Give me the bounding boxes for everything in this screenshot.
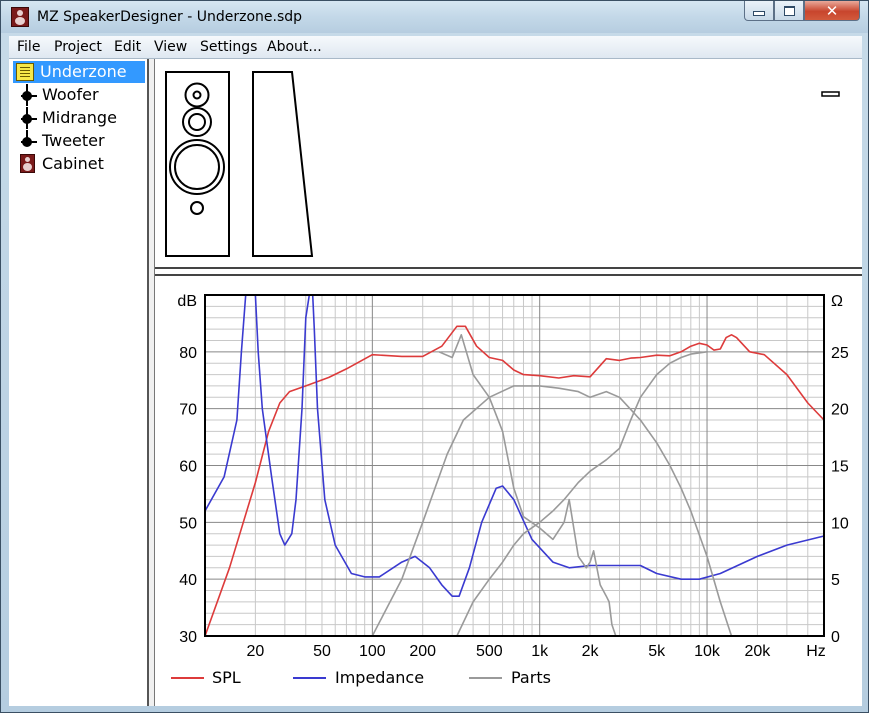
cabinet-preview[interactable] [155,59,862,267]
x-tick-label: 1k [531,643,549,660]
y-left-tick-label: 70 [179,402,197,419]
scale-marker [821,91,840,97]
menu-view[interactable]: View [154,39,187,55]
menu-edit[interactable]: Edit [114,39,141,55]
cabinet-icon [20,154,35,173]
tree-item-label: Midrange [42,108,117,127]
menu-file[interactable]: File [17,39,40,55]
maximize-icon [783,5,795,16]
legend-swatch-spl [171,677,204,679]
legend-swatch-parts [469,677,502,679]
project-tree[interactable]: Underzone Woofer Midrange Tweeter Cabine… [9,59,149,706]
design-pane: 30 40 50 60 70 80 dB 0 5 10 15 20 25 Ω 20 50 100 200 500 1k… [155,59,862,706]
project-icon [16,63,34,81]
frequency-response-chart[interactable]: 30 40 50 60 70 80 dB 0 5 10 15 20 25 Ω 20 50 100 200 500 1k… [155,274,862,674]
x-tick-label: 10k [694,643,721,660]
tree-item-label: Underzone [40,62,127,81]
speaker-app-icon[interactable] [11,7,29,27]
menu-project[interactable]: Project [54,39,102,55]
legend-label-spl: SPL [212,668,241,687]
driver-node-icon [19,107,37,129]
close-icon: ✕ [825,1,839,20]
tree-item-project[interactable]: Underzone [13,61,145,83]
tree-item-label: Woofer [42,85,99,104]
x-tick-label: 20k [745,643,772,660]
legend-label-impedance: Impedance [335,668,425,687]
x-tick-label: 20 [246,643,264,660]
menu-bar: File Project Edit View Settings About... [9,36,862,59]
y-right-axis-label: Ω [831,293,843,310]
y-left-tick-label: 60 [179,459,197,476]
y-right-tick-label: 5 [831,572,840,589]
x-tick-label: 5k [648,643,666,660]
y-left-tick-label: 80 [179,345,197,362]
driver-node-icon [19,84,37,106]
legend-swatch-impedance [293,677,326,679]
x-tick-label: 2k [582,643,600,660]
title-bar[interactable]: MZ SpeakerDesigner - Underzone.sdp ✕ [1,1,868,33]
cabinet-front-view [165,71,230,257]
window-title: MZ SpeakerDesigner - Underzone.sdp [37,9,303,25]
y-right-tick-label: 20 [831,402,849,419]
y-left-tick-label: 40 [179,572,197,589]
x-tick-label: 100 [359,643,386,660]
minimize-button[interactable] [744,1,774,21]
x-tick-label: 500 [476,643,503,660]
tree-item-label: Cabinet [42,154,104,173]
client-area: Underzone Woofer Midrange Tweeter Cabine… [9,59,862,706]
maximize-button[interactable] [774,1,804,21]
menu-about[interactable]: About... [267,39,322,55]
driver-node-icon [19,130,37,150]
x-axis-unit: Hz [806,643,826,660]
y-left-axis-label: dB [177,293,197,310]
y-left-tick-label: 30 [179,629,197,646]
close-button[interactable]: ✕ [804,1,860,21]
y-right-tick-label: 10 [831,515,849,532]
minimize-icon [753,10,765,16]
y-right-tick-label: 15 [831,459,849,476]
y-right-tick-label: 0 [831,629,840,646]
x-tick-label: 200 [409,643,436,660]
x-tick-label: 50 [313,643,331,660]
y-left-tick-label: 50 [179,515,197,532]
tree-item-label: Tweeter [42,131,105,150]
y-right-tick-label: 25 [831,345,849,362]
app-window: MZ SpeakerDesigner - Underzone.sdp ✕ Fil… [0,0,869,713]
legend-label-parts: Parts [511,668,551,687]
cabinet-side-view [252,71,314,257]
menu-settings[interactable]: Settings [200,39,257,55]
